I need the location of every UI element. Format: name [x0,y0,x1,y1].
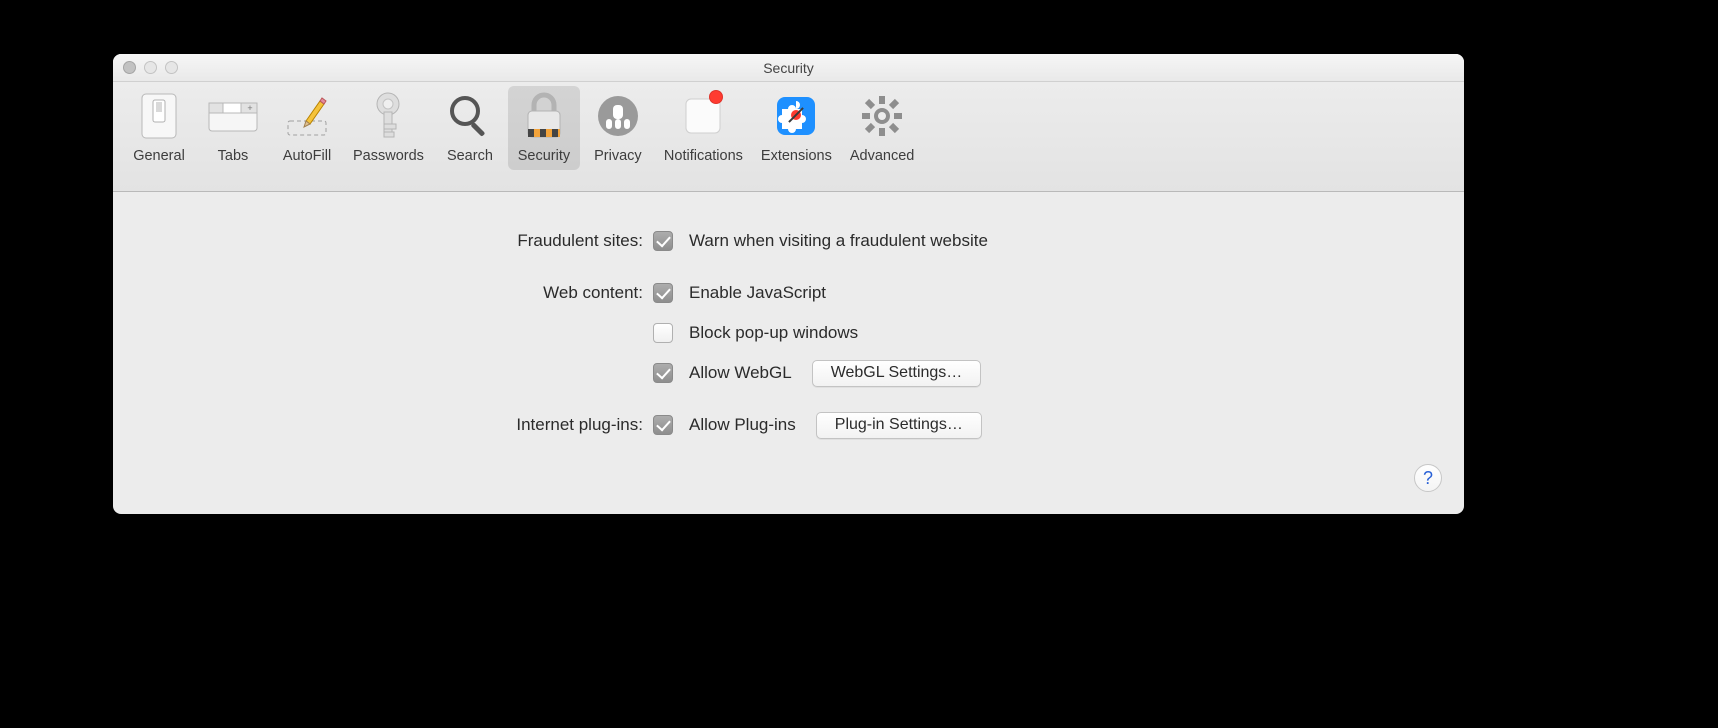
toolbar-item-privacy[interactable]: Privacy [582,86,654,170]
toolbar-item-security[interactable]: Security [508,86,580,170]
plugin-settings-button[interactable]: Plug-in Settings… [816,412,982,439]
notifications-icon [675,88,731,144]
tabs-icon: + [205,88,261,144]
toolbar-item-autofill[interactable]: AutoFill [271,86,343,170]
security-icon [516,88,572,144]
window-title: Security [763,60,814,76]
toolbar-label: Privacy [594,148,642,164]
toolbar-item-passwords[interactable]: Passwords [345,86,432,170]
advanced-icon [854,88,910,144]
webgl-settings-button[interactable]: WebGL Settings… [812,360,982,387]
checkbox-allow-plugins[interactable] [653,415,673,435]
titlebar: Security [113,54,1464,82]
help-icon: ? [1423,468,1433,489]
preferences-toolbar: General + Tabs [113,82,1464,192]
help-button[interactable]: ? [1414,464,1442,492]
svg-text:+: + [247,103,252,113]
checkbox-label-allow-plugins: Allow Plug-ins [689,415,796,435]
toolbar-label: General [133,148,185,164]
toolbar-label: Extensions [761,148,832,164]
toolbar-item-general[interactable]: General [123,86,195,170]
toolbar-label: Search [447,148,493,164]
search-icon [442,88,498,144]
window-controls [123,61,178,74]
toolbar-item-tabs[interactable]: + Tabs [197,86,269,170]
toolbar-item-search[interactable]: Search [434,86,506,170]
row-web-popup: Block pop-up windows [153,318,1424,348]
zoom-window-button[interactable] [165,61,178,74]
toolbar-item-advanced[interactable]: Advanced [842,86,923,170]
passwords-icon [360,88,416,144]
close-window-button[interactable] [123,61,136,74]
privacy-icon [590,88,646,144]
toolbar-label: Advanced [850,148,915,164]
extensions-icon [768,88,824,144]
checkbox-enable-javascript[interactable] [653,283,673,303]
checkbox-block-popups[interactable] [653,323,673,343]
label-plugins: Internet plug-ins: [153,415,653,435]
toolbar-item-notifications[interactable]: Notifications [656,86,751,170]
toolbar-label: AutoFill [283,148,331,164]
minimize-window-button[interactable] [144,61,157,74]
toolbar-item-extensions[interactable]: Extensions [753,86,840,170]
row-web-js: Web content: Enable JavaScript [153,278,1424,308]
row-web-webgl: Allow WebGL WebGL Settings… [153,358,1424,388]
label-fraud: Fraudulent sites: [153,231,653,251]
general-icon [131,88,187,144]
security-pane: Fraudulent sites: Warn when visiting a f… [113,192,1464,480]
toolbar-label: Passwords [353,148,424,164]
checkbox-label-allow-webgl: Allow WebGL [689,363,792,383]
toolbar-label: Security [518,148,570,164]
row-plugins: Internet plug-ins: Allow Plug-ins Plug-i… [153,410,1424,440]
preferences-window: Security General + [113,54,1464,514]
checkbox-label-enable-javascript: Enable JavaScript [689,283,826,303]
toolbar-label: Tabs [218,148,249,164]
autofill-icon [279,88,335,144]
row-fraud: Fraudulent sites: Warn when visiting a f… [153,226,1424,256]
checkbox-allow-webgl[interactable] [653,363,673,383]
toolbar-label: Notifications [664,148,743,164]
checkbox-label-block-popups: Block pop-up windows [689,323,858,343]
checkbox-label-fraud-warn: Warn when visiting a fraudulent website [689,231,988,251]
checkbox-fraud-warn[interactable] [653,231,673,251]
label-web-content: Web content: [153,283,653,303]
